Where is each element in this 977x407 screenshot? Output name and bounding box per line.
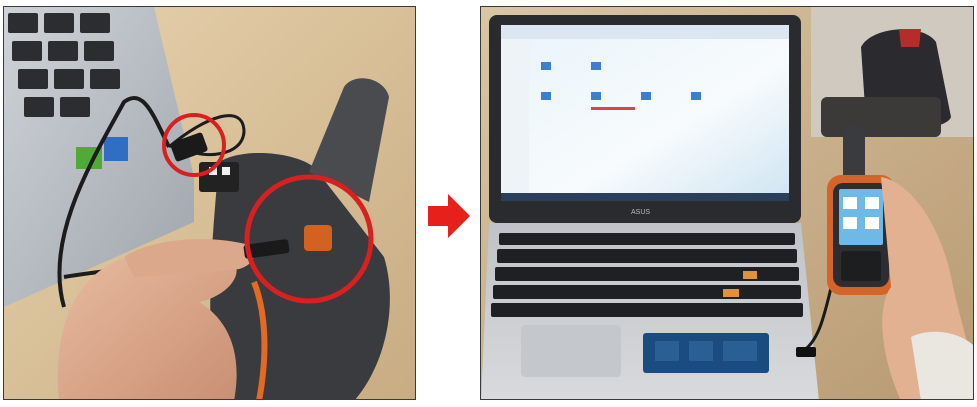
touchpad xyxy=(521,325,621,377)
laptop-gps-photo: ASUS xyxy=(480,6,974,400)
cable-connection-photo xyxy=(3,6,416,400)
laptop-screen xyxy=(501,25,789,201)
right-arrow-icon xyxy=(428,194,470,238)
laptop-gps-image: ASUS xyxy=(481,7,973,399)
connector-block xyxy=(199,162,239,192)
laptop-brand-label: ASUS xyxy=(631,209,650,216)
chair xyxy=(821,97,941,137)
sticker-blue xyxy=(104,137,128,161)
usb-port-cover xyxy=(304,225,332,251)
cable-connection-image xyxy=(4,7,415,399)
